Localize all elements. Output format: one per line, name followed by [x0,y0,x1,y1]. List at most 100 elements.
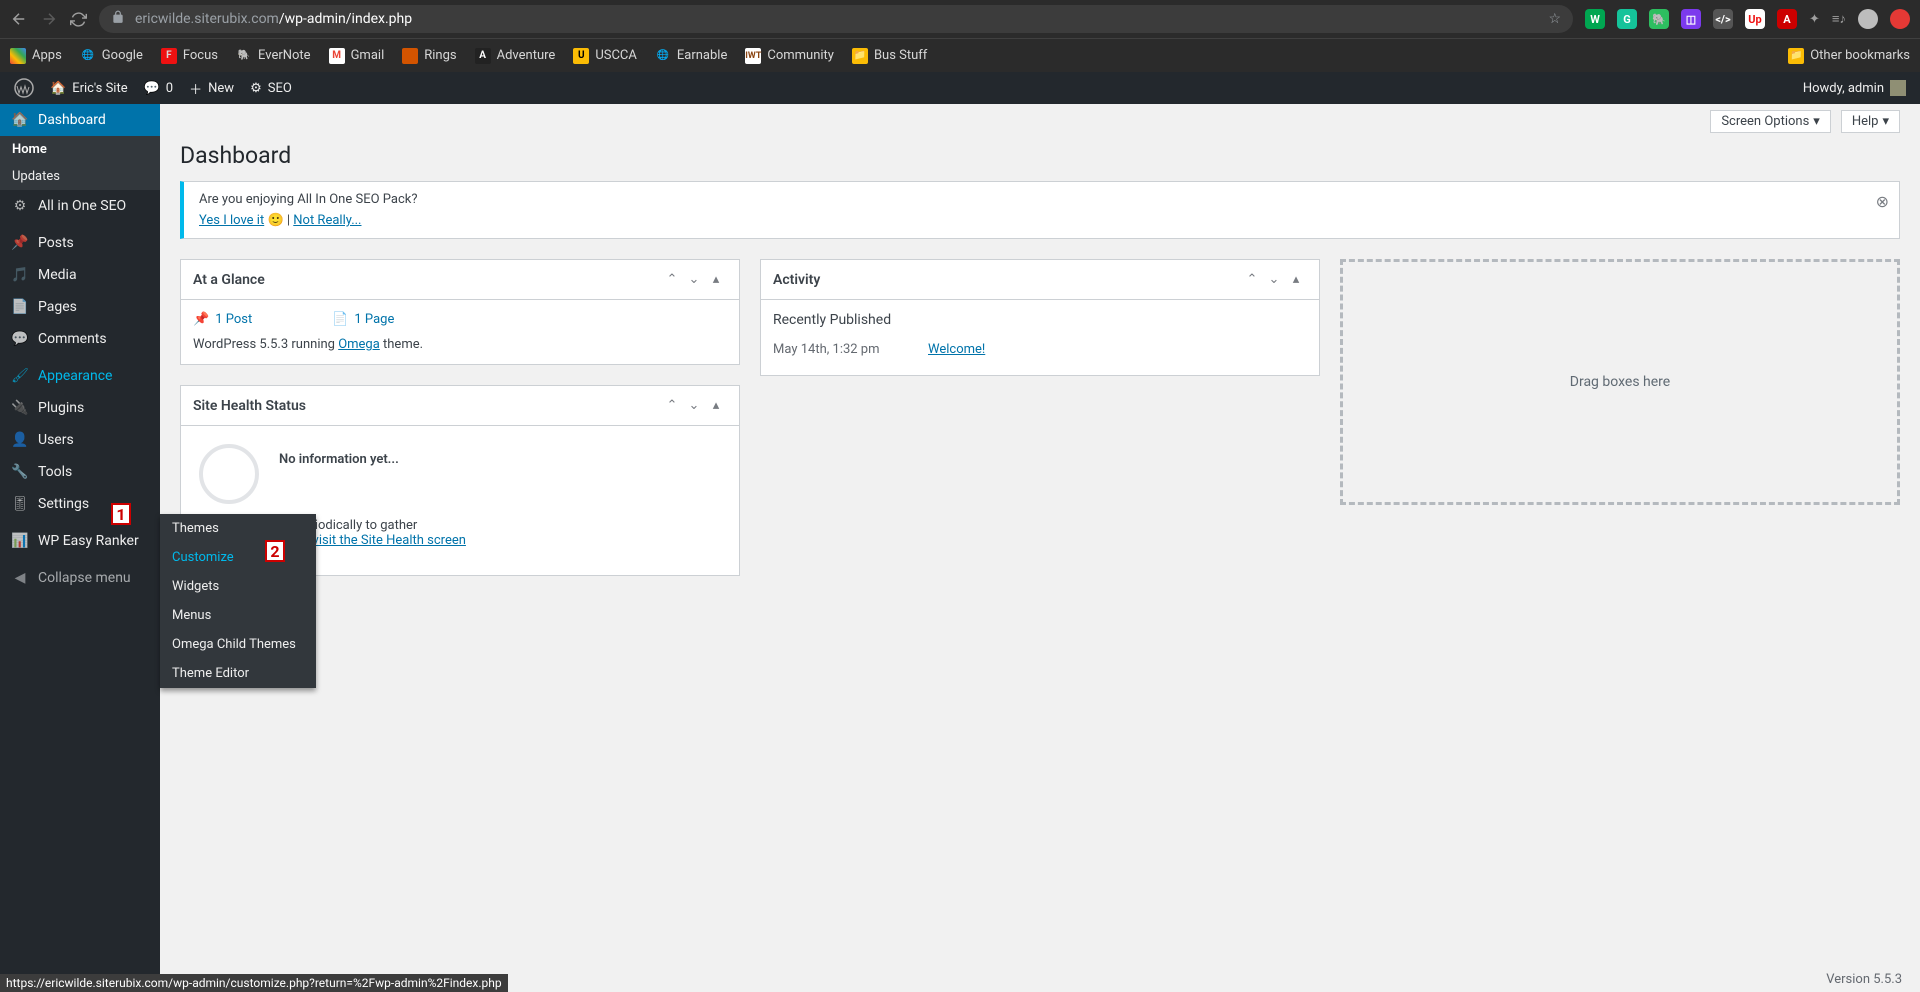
extension-icons: W G 🐘 ◫ </> Up A ✦ ≡♪ [1585,9,1910,29]
home-icon: 🏠 [50,81,66,96]
comment-icon: 💬 [10,331,30,347]
menu-comments[interactable]: 💬Comments [0,323,160,355]
move-up-icon[interactable]: ⌃ [1241,269,1263,291]
ext-icon-evernote[interactable]: 🐘 [1649,9,1669,29]
site-link[interactable]: 🏠Eric's Site [42,72,136,104]
apps-button[interactable]: Apps [10,48,62,64]
bookmark-adventure[interactable]: AAdventure [475,48,556,64]
dismiss-icon[interactable]: ⊗ [1876,192,1889,211]
reload-button[interactable] [70,11,87,28]
globe-icon: 🌐 [655,48,671,64]
submenu-menus[interactable]: Menus [160,601,316,630]
ext-icon[interactable]: ◫ [1681,9,1701,29]
chevron-down-icon: ▾ [1813,114,1820,129]
help-button[interactable]: Help▾ [1841,110,1900,133]
bookmark-uscca[interactable]: UUSCCA [573,48,637,64]
gauge-icon: 📊 [10,533,30,549]
content-area: Screen Options▾ Help▾ Dashboard Are you … [160,104,1920,992]
health-gauge-icon [199,444,259,504]
ext-icon[interactable]: W [1585,9,1605,29]
theme-link[interactable]: Omega [338,337,380,352]
ext-icon-grammarly[interactable]: G [1617,9,1637,29]
recent-published-heading: Recently Published [773,312,1307,328]
page-icon: 📄 [332,312,348,327]
playlist-icon[interactable]: ≡♪ [1832,11,1846,27]
gmail-icon: M [329,48,345,64]
bookmark-earnable[interactable]: 🌐Earnable [655,48,727,64]
bookmark-google[interactable]: 🌐Google [80,48,143,64]
plug-icon: 🔌 [10,400,30,416]
ext-icon[interactable]: </> [1713,9,1733,29]
annotation-2: 2 [265,540,285,562]
bookmark-icon: IWT [745,48,761,64]
toggle-icon[interactable]: ▴ [705,269,727,291]
submenu-updates[interactable]: Updates [0,163,160,190]
at-a-glance-box: At a Glance ⌃ ⌄ ▴ 📌1 Post 📄1 Page WordPr… [180,259,740,365]
menu-appearance[interactable]: 🖌Appearance [0,360,160,392]
activity-post-link[interactable]: Welcome! [928,342,985,357]
new-link[interactable]: ＋New [181,72,242,104]
submenu-home[interactable]: Home [0,136,160,163]
user-icon: 👤 [10,432,30,448]
submenu-customize[interactable]: Customize [160,543,316,572]
bookmark-gmail[interactable]: MGmail [329,48,385,64]
ext-icon-up[interactable]: Up [1745,9,1765,29]
bookmark-icon [402,48,418,64]
notice-yes-link[interactable]: Yes I love it [199,213,264,228]
move-down-icon[interactable]: ⌄ [683,395,705,417]
submenu-omega[interactable]: Omega Child Themes [160,630,316,659]
menu-wpeasyranker[interactable]: 📊WP Easy Ranker [0,525,160,557]
forward-button[interactable] [40,10,58,28]
bookmark-evernote[interactable]: 🐘EverNote [236,48,311,64]
menu-users[interactable]: 👤Users [0,424,160,456]
submenu-themes[interactable]: Themes [160,514,316,543]
menu-settings[interactable]: 🎚Settings [0,488,160,520]
menu-dashboard[interactable]: 🏠Dashboard [0,104,160,136]
health-noinfo: No information yet... [193,438,727,467]
bookmark-icon: F [161,48,177,64]
menu-media[interactable]: 🎵Media [0,259,160,291]
site-health-link[interactable]: visit the Site Health screen [313,533,466,548]
posts-count-link[interactable]: 1 Post [215,312,252,327]
submenu-editor[interactable]: Theme Editor [160,659,316,688]
seo-link[interactable]: ⚙SEO [242,72,300,104]
extensions-icon[interactable]: ✦ [1809,12,1820,27]
toggle-icon[interactable]: ▴ [705,395,727,417]
activity-box: Activity ⌃ ⌄ ▴ Recently Published May 14… [760,259,1320,376]
other-bookmarks[interactable]: 📁Other bookmarks [1788,48,1910,64]
pages-count-link[interactable]: 1 Page [354,312,394,327]
profile-avatar[interactable] [1858,9,1878,29]
move-up-icon[interactable]: ⌃ [661,269,683,291]
notice-no-link[interactable]: Not Really... [293,213,361,228]
comments-link[interactable]: 💬0 [136,72,182,104]
account-link[interactable]: Howdy, admin [1795,72,1914,104]
back-button[interactable] [10,10,28,28]
ext-icon-adobe[interactable]: A [1777,9,1797,29]
wp-logo[interactable] [6,72,42,104]
bookmark-bus[interactable]: 📁Bus Stuff [852,48,927,64]
move-up-icon[interactable]: ⌃ [661,395,683,417]
wrench-icon: 🔧 [10,464,30,480]
collapse-menu[interactable]: ◀Collapse menu [0,562,160,594]
annotation-1: 1 [111,503,131,525]
dropzone[interactable]: Drag boxes here [1340,259,1900,505]
menu-aioseo[interactable]: ⚙All in One SEO [0,190,160,222]
toggle-icon[interactable]: ▴ [1285,269,1307,291]
menu-posts[interactable]: 📌Posts [0,227,160,259]
star-icon[interactable]: ☆ [1548,11,1561,27]
menu-pages[interactable]: 📄Pages [0,291,160,323]
move-down-icon[interactable]: ⌄ [1263,269,1285,291]
gear-icon: ⚙ [10,198,30,214]
submenu-widgets[interactable]: Widgets [160,572,316,601]
bookmark-focus[interactable]: FFocus [161,48,218,64]
screen-options-button[interactable]: Screen Options▾ [1710,110,1831,133]
bookmark-community[interactable]: IWTCommunity [745,48,834,64]
profile-indicator[interactable] [1890,9,1910,29]
bookmark-rings[interactable]: Rings [402,48,456,64]
activity-date: May 14th, 1:32 pm [773,342,928,357]
address-bar[interactable]: ericwilde.siterubix.com/wp-admin/index.p… [99,5,1573,33]
menu-tools[interactable]: 🔧Tools [0,456,160,488]
seo-notice: Are you enjoying All In One SEO Pack? Ye… [180,181,1900,239]
move-down-icon[interactable]: ⌄ [683,269,705,291]
menu-plugins[interactable]: 🔌Plugins [0,392,160,424]
